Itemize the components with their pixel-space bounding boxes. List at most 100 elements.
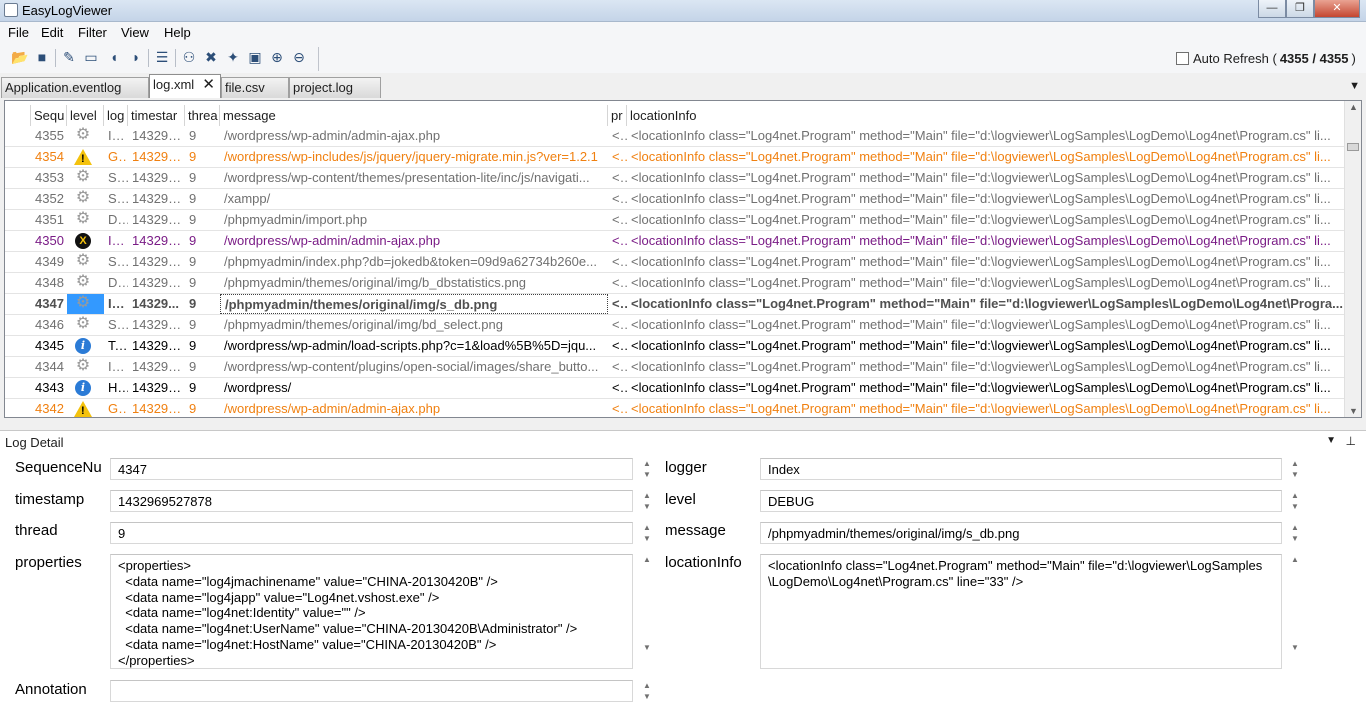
field-label-thread: thread [15, 522, 58, 539]
column-header-rowselect[interactable] [5, 105, 31, 126]
save-icon[interactable]: ■ [32, 47, 52, 67]
close-button[interactable]: ✕ [1314, 0, 1360, 18]
tab-application-eventlog[interactable]: Application.eventlog [1, 77, 149, 98]
timestamp-spinner[interactable]: ▲ ▼ [642, 490, 652, 512]
table-row[interactable]: i 4345 Test 143296... 9/wordpress/wp-admin/l… [5, 336, 1345, 357]
message-field[interactable]: /phpmyadmin/themes/original/img/s_db.png [760, 522, 1282, 544]
logger-spinner[interactable]: ▲ ▼ [1290, 458, 1300, 480]
sequence-field[interactable]: 4347 [110, 458, 633, 480]
cell-sequence: 4354 [35, 149, 64, 164]
scroll-up-icon[interactable]: ▲ [1349, 102, 1358, 112]
table-row[interactable]: ⚙ 4352 St... 143296... 9/xampp/ <... <location… [5, 189, 1345, 210]
cell-logger: In... [108, 128, 128, 143]
cell-locationinfo: <locationInfo class="Log4net.Program" me… [631, 380, 1331, 395]
table-row[interactable]: ⚙ 4355 In... 143296... 9/wordpress/wp-admin/… [5, 126, 1345, 147]
timestamp-field[interactable]: 1432969527878 [110, 490, 633, 512]
open-folder-icon[interactable]: 📂 [10, 47, 30, 67]
rectangle-icon[interactable]: ▭ [81, 47, 101, 67]
cell-message: /wordpress/wp-includes/js/jquery/jquery-… [224, 149, 598, 164]
column-header-locationinfo[interactable]: locationInfo [627, 105, 1345, 126]
fatal-icon: X [75, 233, 91, 249]
column-header-timestamp[interactable]: timestar [128, 105, 185, 126]
column-header-logger[interactable]: log [104, 105, 128, 126]
level-field[interactable]: DEBUG [760, 490, 1282, 512]
menu-file[interactable]: File [8, 25, 29, 40]
table-row[interactable]: 4342 Gl... 143296... 9/wordpress/wp-admin/a… [5, 399, 1345, 417]
minimize-button[interactable]: — [1258, 0, 1286, 18]
column-header-message[interactable]: message [220, 105, 608, 126]
toolbar-grip[interactable] [318, 47, 328, 71]
cell-properties: <... [612, 401, 627, 416]
locationinfo-spinner[interactable]: ▲ ▼ [1290, 554, 1300, 669]
cell-properties: <... [612, 149, 627, 164]
cell-timestamp: 143296... [132, 170, 185, 185]
tab-label: project.log [293, 80, 353, 95]
cell-properties: <... [612, 128, 627, 143]
zoom-out-icon[interactable]: ⊖ [289, 47, 309, 67]
auto-refresh: Auto Refresh ( 4355 / 4355 ) [1176, 51, 1356, 66]
annotation-spinner[interactable]: ▲ ▼ [642, 680, 652, 702]
list-icon[interactable]: ☰ [152, 47, 172, 67]
field-label-properties: properties [15, 554, 82, 571]
table-row[interactable]: X 4350 In... 143296... 9/wordpress/wp-admin/… [5, 231, 1345, 252]
table-row[interactable]: ⚙ 4344 In... 143296... 9/wordpress/wp-conten… [5, 357, 1345, 378]
maximize-button[interactable]: ❐ [1286, 0, 1314, 18]
scroll-down-icon[interactable]: ▼ [1349, 406, 1358, 416]
window-icon[interactable]: ▣ [245, 47, 265, 67]
table-row[interactable]: i 4343 H... 143296... 9/wordpress/ <... <locat… [5, 378, 1345, 399]
menu-edit[interactable]: Edit [41, 25, 63, 40]
auto-refresh-close-paren: ) [1351, 51, 1356, 66]
properties-field[interactable]: <properties> <data name="log4jmachinenam… [110, 554, 633, 669]
grid-header: Sequ level log timestar threa message pr… [5, 105, 1345, 126]
thread-spinner[interactable]: ▲ ▼ [642, 522, 652, 544]
locationinfo-field[interactable]: <locationInfo class="Log4net.Program" me… [760, 554, 1282, 669]
gear-icon: ⚙ [75, 189, 91, 206]
message-spinner[interactable]: ▲ ▼ [1290, 522, 1300, 544]
table-row[interactable]: ⚙ 4346 Sa... 143296... 9/phpmyadmin/themes/o… [5, 315, 1345, 336]
cell-thread: 9 [189, 317, 197, 332]
cell-logger: Sa... [108, 317, 128, 332]
tab-log-xml[interactable]: log.xml ✕ [149, 74, 221, 98]
column-header-sequence[interactable]: Sequ [31, 105, 67, 126]
panel-menu-icon[interactable]: ▼ [1326, 435, 1336, 446]
menu-view[interactable]: View [121, 25, 149, 40]
table-row[interactable]: ⚙ 4351 D... 143296... 9/phpmyadmin/import.ph… [5, 210, 1345, 231]
level-spinner[interactable]: ▲ ▼ [1290, 490, 1300, 512]
table-row[interactable]: 4354 Gl... 143296... 9/wordpress/wp-include… [5, 147, 1345, 168]
cell-properties: <... [612, 296, 627, 311]
close-tab-icon[interactable]: ✕ [202, 76, 215, 93]
table-row[interactable]: ⚙ 4347 In... 14329... 9/phpmyadmin/themes/or… [5, 294, 1345, 315]
annotation-field[interactable] [110, 680, 633, 702]
tools-icon[interactable]: ✖ [201, 47, 221, 67]
thread-field[interactable]: 9 [110, 522, 633, 544]
grid-scrollbar[interactable]: ▲ ▼ [1344, 101, 1361, 417]
column-header-properties[interactable]: pr [608, 105, 627, 126]
tab-project-log[interactable]: project.log [289, 77, 381, 98]
menu-filter[interactable]: Filter [78, 25, 107, 40]
cell-message: /wordpress/wp-admin/admin-ajax.php [224, 128, 441, 143]
logger-field[interactable]: Index [760, 458, 1282, 480]
table-row[interactable]: ⚙ 4353 St... 143296... 9/wordpress/wp-conten… [5, 168, 1345, 189]
pin-icon[interactable]: ✦ [223, 47, 243, 67]
bubble-right-icon[interactable]: ◗ [126, 47, 146, 67]
pin-icon[interactable]: ⊥ [1346, 434, 1356, 448]
field-label-locationinfo: locationInfo [665, 554, 742, 571]
edit-icon[interactable]: ✎ [59, 47, 79, 67]
table-row[interactable]: ⚙ 4348 D... 143296... 9/phpmyadmin/themes/or… [5, 273, 1345, 294]
table-row[interactable]: ⚙ 4349 Sa... 143296... 9/phpmyadmin/index.ph… [5, 252, 1345, 273]
column-header-thread[interactable]: threa [185, 105, 220, 126]
panel-splitter[interactable] [0, 420, 1366, 428]
properties-spinner[interactable]: ▲ ▼ [642, 554, 652, 669]
binoculars-icon[interactable]: ⚇ [179, 47, 199, 67]
tab-file-csv[interactable]: file.csv [221, 77, 289, 98]
tab-menu-icon[interactable]: ▼ [1349, 80, 1360, 92]
sequence-spinner[interactable]: ▲ ▼ [642, 458, 652, 480]
column-header-level[interactable]: level [67, 105, 104, 126]
bubble-left-icon[interactable]: ◖ [104, 47, 124, 67]
zoom-in-icon[interactable]: ⊕ [267, 47, 287, 67]
scroll-thumb[interactable] [1347, 143, 1359, 151]
cell-logger: In... [108, 233, 128, 248]
menu-help[interactable]: Help [164, 25, 191, 40]
auto-refresh-checkbox[interactable] [1176, 52, 1189, 65]
cell-level: X [67, 231, 104, 251]
